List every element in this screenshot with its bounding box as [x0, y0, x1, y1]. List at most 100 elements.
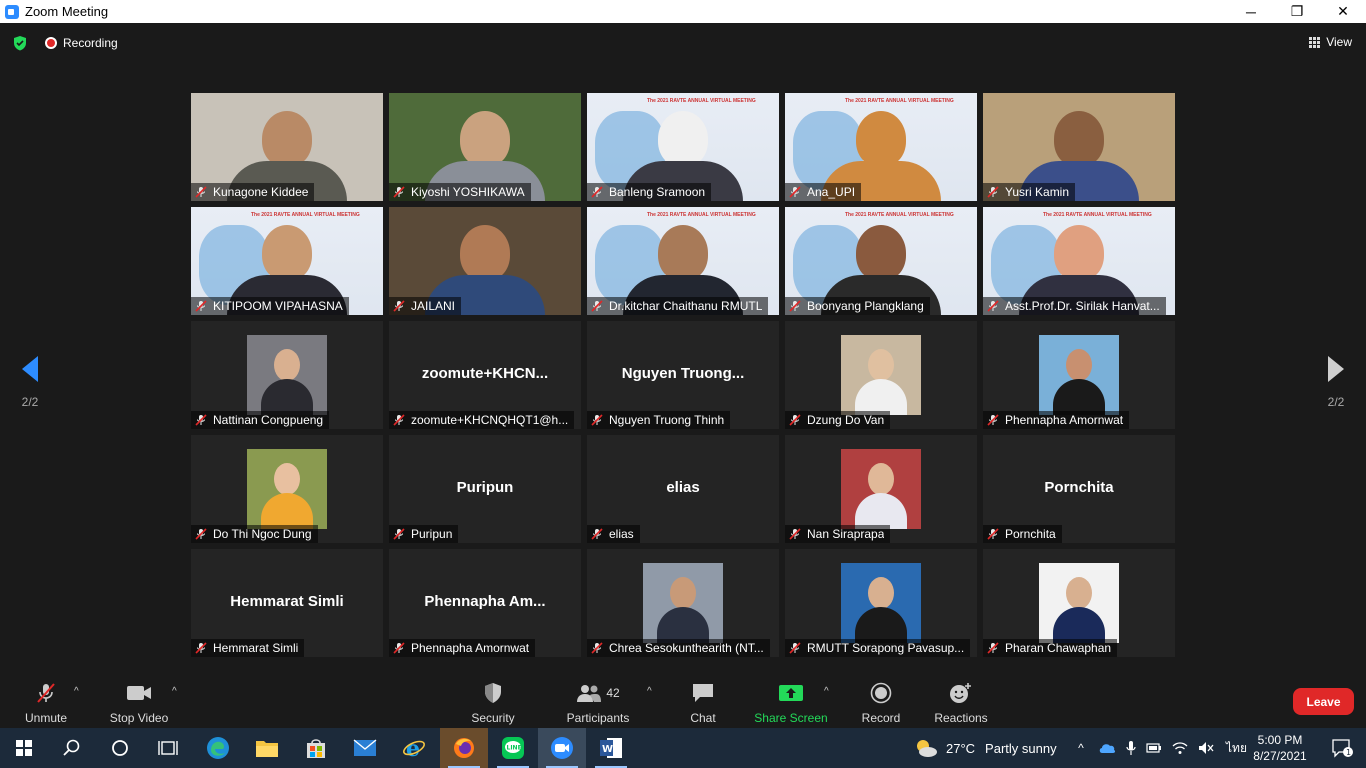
participant-tile[interactable]: Pornchita Pornchita [983, 435, 1175, 543]
line-app-icon[interactable]: LINE [489, 728, 537, 768]
slide-heading: The 2021 RAVTE ANNUAL VIRTUAL MEETING [845, 212, 954, 218]
participant-tile[interactable]: elias elias [587, 435, 779, 543]
participant-tile[interactable]: Kiyoshi YOSHIKAWA [389, 93, 581, 201]
onedrive-cloud-icon[interactable] [1098, 742, 1116, 754]
participant-tile[interactable]: The 2021 RAVTE ANNUAL VIRTUAL MEETING KIT… [191, 207, 383, 315]
microsoft-store-icon[interactable] [292, 728, 340, 768]
tray-chevron-up-icon[interactable]: ^ [1074, 741, 1088, 755]
unmute-button[interactable]: Unmute [18, 681, 74, 725]
share-screen-button[interactable]: Share Screen [752, 681, 830, 725]
participant-name: Dzung Do Van [807, 413, 885, 427]
profile-picture [643, 563, 723, 643]
profile-picture [1039, 335, 1119, 415]
search-icon[interactable] [48, 728, 96, 768]
muted-mic-icon [987, 414, 999, 426]
participant-tile[interactable]: Phennapha Am... Phennapha Amornwat [389, 549, 581, 657]
record-button[interactable]: Record [858, 681, 904, 725]
participants-label: Participants [566, 711, 630, 725]
windows-taskbar: e LINE W 27°C Partly sunny ^ ไทย 5:00 PM… [0, 728, 1366, 768]
participant-tile[interactable]: Chrea Sesokunthearith (NT... [587, 549, 779, 657]
task-view-icon[interactable] [144, 728, 192, 768]
smiley-plus-icon [932, 681, 990, 705]
share-screen-label: Share Screen [754, 711, 828, 725]
participant-name: Ana_UPI [807, 185, 856, 199]
reactions-button[interactable]: Reactions [932, 681, 990, 725]
participant-tile[interactable]: Nan Siraprapa [785, 435, 977, 543]
edge-browser-icon[interactable] [194, 728, 242, 768]
reactions-label: Reactions [934, 711, 988, 725]
grid-icon [1309, 36, 1321, 48]
participant-tile[interactable]: The 2021 RAVTE ANNUAL VIRTUAL MEETING Ban… [587, 93, 779, 201]
participant-tile[interactable]: Kunagone Kiddee [191, 93, 383, 201]
participant-name: Asst.Prof.Dr. Sirilak Hanvat... [1005, 299, 1160, 313]
zoom-app-icon [5, 4, 19, 19]
participant-tile[interactable]: The 2021 RAVTE ANNUAL VIRTUAL MEETING Ass… [983, 207, 1175, 315]
share-screen-arrow-icon [752, 681, 830, 705]
internet-explorer-icon[interactable]: e [390, 728, 438, 768]
participant-tile[interactable]: JAILANI [389, 207, 581, 315]
participant-tile[interactable]: Pharan Chawaphan [983, 549, 1175, 657]
minimize-button[interactable]: ─ [1228, 0, 1274, 23]
record-circle-icon [858, 681, 904, 705]
stop-video-button[interactable]: Stop Video [106, 681, 172, 725]
participant-tile[interactable]: The 2021 RAVTE ANNUAL VIRTUAL MEETING Ana… [785, 93, 977, 201]
participant-tile[interactable]: The 2021 RAVTE ANNUAL VIRTUAL MEETING Dr.… [587, 207, 779, 315]
participant-tile[interactable]: Puripun Puripun [389, 435, 581, 543]
input-language[interactable]: ไทย [1226, 739, 1247, 758]
muted-mic-icon [195, 300, 207, 312]
participant-name-label: Phennapha Amornwat [983, 411, 1130, 429]
share-options-caret-icon[interactable]: ^ [824, 686, 829, 697]
firefox-icon[interactable] [440, 728, 488, 768]
participant-tile[interactable]: Nguyen Truong... Nguyen Truong Thinh [587, 321, 779, 429]
recording-indicator[interactable]: Recording [45, 36, 118, 50]
weather-widget[interactable]: 27°C Partly sunny [914, 728, 1057, 768]
maximize-button[interactable]: ❐ [1274, 0, 1320, 23]
participant-tile[interactable]: Yusri Kamin [983, 93, 1175, 201]
participant-name: Banleng Sramoon [609, 185, 706, 199]
audio-options-caret-icon[interactable]: ^ [74, 686, 79, 697]
participant-name: Phennapha Amornwat [411, 641, 530, 655]
muted-mic-icon [195, 414, 207, 426]
taskbar-clock[interactable]: 5:00 PM 8/27/2021 [1248, 732, 1312, 764]
zoom-taskbar-icon[interactable] [538, 728, 586, 768]
encryption-shield-icon[interactable] [12, 35, 28, 51]
participant-tile[interactable]: Hemmarat Simli Hemmarat Simli [191, 549, 383, 657]
mail-icon[interactable] [341, 728, 389, 768]
participant-tile[interactable]: zoomute+KHCN... zoomute+KHCNQHQT1@h... [389, 321, 581, 429]
participants-options-caret-icon[interactable]: ^ [647, 686, 652, 697]
participant-tile[interactable]: Dzung Do Van [785, 321, 977, 429]
partly-sunny-icon [917, 740, 937, 757]
participant-name: Dr.kitchar Chaithanu RMUTL [609, 299, 763, 313]
previous-page-nav[interactable]: 2/2 [10, 353, 50, 409]
word-icon[interactable]: W [587, 728, 635, 768]
participant-tile[interactable]: RMUTT Sorapong Pavasup... [785, 549, 977, 657]
windows-start-icon[interactable] [0, 728, 48, 768]
next-page-nav[interactable]: 2/2 [1316, 353, 1356, 409]
participant-tile[interactable]: Phennapha Amornwat [983, 321, 1175, 429]
action-center-icon[interactable]: 1 [1318, 728, 1366, 768]
cortana-icon[interactable] [96, 728, 144, 768]
security-button[interactable]: Security [466, 681, 520, 725]
speaker-muted-icon[interactable] [1198, 741, 1214, 755]
file-explorer-icon[interactable] [243, 728, 291, 768]
participant-name-label: Do Thi Ngoc Dung [191, 525, 318, 543]
participants-button[interactable]: 42 Participants [563, 681, 633, 725]
slide-heading: The 2021 RAVTE ANNUAL VIRTUAL MEETING [845, 98, 954, 104]
participant-tile[interactable]: Do Thi Ngoc Dung [191, 435, 383, 543]
microphone-tray-icon[interactable] [1126, 740, 1136, 756]
window-controls: ─ ❐ ✕ [1228, 0, 1366, 23]
wifi-icon[interactable] [1172, 741, 1188, 755]
participant-tile[interactable]: The 2021 RAVTE ANNUAL VIRTUAL MEETING Boo… [785, 207, 977, 315]
battery-icon[interactable] [1146, 742, 1162, 754]
view-button[interactable]: View [1309, 35, 1352, 49]
muted-mic-icon [789, 528, 801, 540]
participant-name: zoomute+KHCNQHQT1@h... [411, 413, 569, 427]
arrow-left-icon[interactable] [10, 353, 50, 385]
chat-button[interactable]: Chat [683, 681, 723, 725]
video-options-caret-icon[interactable]: ^ [172, 686, 177, 697]
leave-button[interactable]: Leave [1293, 688, 1354, 715]
participant-tile[interactable]: Nattinan Congpueng [191, 321, 383, 429]
close-button[interactable]: ✕ [1320, 0, 1366, 23]
arrow-right-icon[interactable] [1316, 353, 1356, 385]
participant-name-label: Pharan Chawaphan [983, 639, 1118, 657]
